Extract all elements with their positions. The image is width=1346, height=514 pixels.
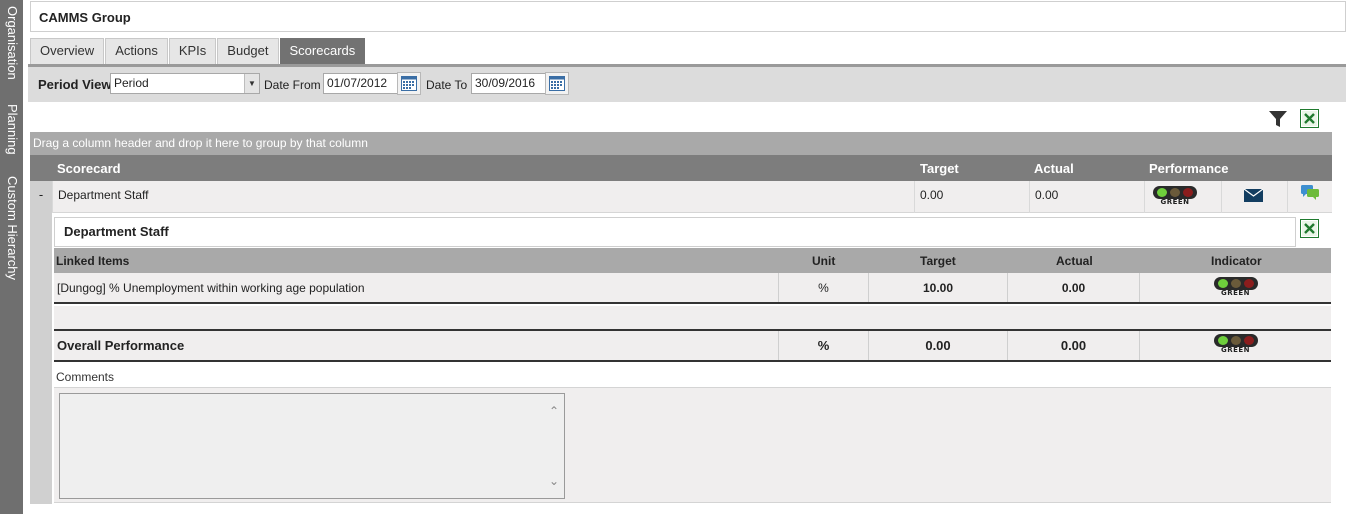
comment-bubble-icon[interactable] — [1301, 185, 1319, 204]
column-header-actual[interactable]: Actual — [1034, 161, 1074, 176]
filter-icon[interactable] — [1268, 110, 1288, 131]
column-header-performance[interactable]: Performance — [1149, 161, 1228, 176]
indicator-caption: GREEN — [1160, 198, 1190, 206]
column-header-indicator: Indicator — [1211, 254, 1262, 268]
column-header-detail-actual: Actual — [1056, 254, 1093, 268]
period-view-label: Period View — [38, 77, 112, 92]
spacer-row — [54, 306, 1331, 329]
main-panel: CAMMS Group Overview Actions KPIs Budget… — [28, 0, 1346, 514]
column-header-target[interactable]: Target — [920, 161, 959, 176]
column-header-linked-items: Linked Items — [56, 254, 130, 268]
chevron-down-icon[interactable]: ▼ — [244, 74, 259, 93]
linked-item-actual: 0.00 — [1007, 273, 1139, 302]
detail-panel: Department Staff Linked Items Unit Targe… — [52, 213, 1332, 504]
filter-bar: Period View Period ▼ Date From 01/07/201… — [28, 67, 1346, 102]
period-view-value: Period — [114, 76, 149, 90]
column-header-unit: Unit — [812, 254, 836, 268]
tab-overview[interactable]: Overview — [30, 38, 105, 64]
tab-kpis[interactable]: KPIs — [168, 38, 217, 64]
date-from-calendar-icon[interactable] — [397, 72, 421, 95]
date-to-input[interactable]: 30/09/2016 — [471, 73, 546, 94]
scroll-down-icon[interactable]: ⌄ — [549, 474, 559, 488]
linked-item-name: [Dungog] % Unemployment within working a… — [57, 281, 365, 295]
email-cell — [1221, 181, 1287, 213]
tab-scorecards[interactable]: Scorecards — [279, 38, 366, 64]
linked-items-header: Linked Items Unit Target Actual Indicato… — [54, 248, 1331, 273]
comments-label: Comments — [56, 370, 115, 384]
indicator-caption: GREEN — [1220, 289, 1251, 297]
tab-actions[interactable]: Actions — [105, 38, 168, 64]
comments-textarea[interactable]: ⌃ ⌄ — [59, 393, 565, 499]
overall-actual: 0.00 — [1007, 331, 1139, 360]
column-header-detail-target: Target — [920, 254, 956, 268]
indicator-caption: GREEN — [1220, 346, 1251, 354]
collapse-row-button[interactable]: - — [30, 181, 52, 213]
tab-bar: Overview Actions KPIs Budget Scorecards — [30, 38, 366, 64]
side-tab-planning[interactable]: Planning — [1, 104, 23, 155]
detail-excel-export-icon[interactable] — [1300, 219, 1319, 241]
grid-header: Scorecard Target Actual Performance — [30, 155, 1332, 181]
date-to-calendar-icon[interactable] — [545, 72, 569, 95]
overall-performance-label: Overall Performance — [57, 338, 185, 353]
date-to-label: Date To — [426, 78, 468, 92]
side-tab-organisation[interactable]: Organisation — [1, 6, 23, 80]
side-navigation-strip: Organisation Planning Custom Hierarchy — [0, 0, 23, 514]
detail-title: Department Staff — [54, 217, 1296, 247]
scorecard-name: Department Staff — [52, 181, 914, 213]
scroll-up-icon[interactable]: ⌃ — [549, 404, 559, 418]
tab-budget[interactable]: Budget — [217, 38, 279, 64]
envelope-icon[interactable] — [1243, 188, 1264, 205]
linked-item-row[interactable]: [Dungog] % Unemployment within working a… — [54, 273, 1331, 304]
column-header-scorecard[interactable]: Scorecard — [57, 161, 121, 176]
traffic-light-icon: GREEN — [1152, 186, 1198, 206]
date-from-label: Date From — [264, 78, 321, 92]
overall-indicator: GREEN — [1139, 331, 1331, 360]
table-row[interactable]: - Department Staff 0.00 0.00 GREEN — [30, 181, 1332, 213]
excel-export-icon[interactable] — [1300, 109, 1319, 131]
traffic-light-icon: GREEN — [1213, 334, 1259, 354]
comment-cell — [1287, 181, 1332, 213]
linked-item-unit: % — [778, 273, 868, 302]
traffic-light-indicator: GREEN — [1144, 181, 1221, 213]
page-title: CAMMS Group — [39, 10, 131, 25]
overall-performance-row: Overall Performance % 0.00 0.00 GREEN — [54, 329, 1331, 362]
overall-unit: % — [778, 331, 868, 360]
comments-section: ⌃ ⌄ — [54, 387, 1331, 503]
linked-item-target: 10.00 — [868, 273, 1007, 302]
header-bar: CAMMS Group — [30, 1, 1346, 32]
traffic-light-icon: GREEN — [1213, 277, 1259, 297]
detail-indent — [30, 213, 52, 504]
group-by-panel[interactable]: Drag a column header and drop it here to… — [30, 132, 1332, 155]
date-from-input[interactable]: 01/07/2012 — [323, 73, 398, 94]
overall-target: 0.00 — [868, 331, 1007, 360]
period-view-select[interactable]: Period ▼ — [110, 73, 260, 94]
scorecard-target: 0.00 — [914, 181, 1029, 213]
scorecard-actual: 0.00 — [1029, 181, 1144, 213]
side-tab-custom-hierarchy[interactable]: Custom Hierarchy — [1, 176, 23, 280]
linked-item-indicator: GREEN — [1139, 273, 1331, 302]
